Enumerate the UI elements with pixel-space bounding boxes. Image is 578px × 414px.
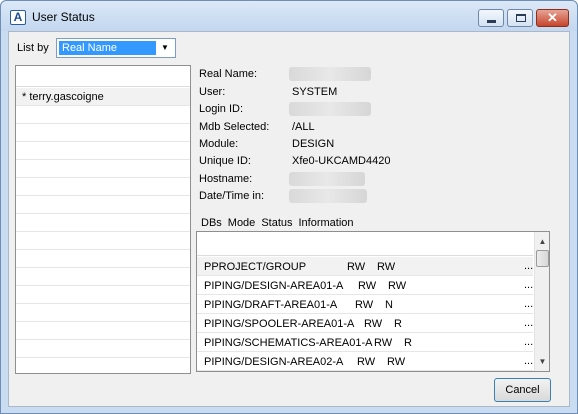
dbs-vertical-scrollbar[interactable]: ▲ ▼ bbox=[534, 232, 549, 371]
db-info-more[interactable]: ... bbox=[524, 317, 533, 329]
mode-column-header: Mode bbox=[227, 217, 256, 229]
db-status: R bbox=[394, 318, 402, 330]
scroll-up-arrow-icon[interactable]: ▲ bbox=[535, 234, 550, 249]
date-time-in-label: Date/Time in: bbox=[199, 190, 265, 202]
db-status: RW bbox=[377, 261, 396, 273]
db-info-more[interactable]: ... bbox=[524, 298, 533, 310]
user-list-empty-row bbox=[16, 214, 190, 232]
user-list-item-label: * terry.gascoigne bbox=[22, 91, 104, 103]
chevron-down-icon[interactable]: ▼ bbox=[157, 41, 173, 55]
user-list-empty-row bbox=[16, 106, 190, 124]
cancel-button[interactable]: Cancel bbox=[494, 378, 551, 402]
real-name-value-redacted bbox=[289, 67, 371, 81]
user-list-empty-row bbox=[16, 340, 190, 358]
hostname-value-redacted bbox=[289, 172, 365, 186]
user-list-header bbox=[16, 66, 190, 87]
db-status: RW bbox=[388, 280, 407, 292]
list-by-dropdown[interactable]: Real Name ▼ bbox=[56, 38, 176, 58]
maximize-button[interactable] bbox=[507, 9, 533, 27]
dbs-list-header bbox=[197, 232, 533, 256]
user-list-empty-row bbox=[16, 196, 190, 214]
db-info-more[interactable]: ... bbox=[524, 260, 533, 272]
scrollbar-thumb[interactable] bbox=[536, 250, 549, 267]
user-list-empty-row bbox=[16, 160, 190, 178]
db-info-more[interactable]: ... bbox=[524, 279, 533, 291]
user-list-empty-row bbox=[16, 304, 190, 322]
db-row[interactable]: PIPING/DESIGN-AREA02-A RW RW ... bbox=[197, 352, 533, 371]
user-list-empty-row bbox=[16, 286, 190, 304]
db-mode: RW bbox=[364, 318, 383, 330]
title-bar[interactable]: A User Status ✕ bbox=[1, 1, 577, 31]
db-name: PIPING/DESIGN-AREA02-A bbox=[204, 356, 344, 368]
db-row[interactable]: PIPING/DRAFT-AREA01-A RW N ... bbox=[197, 295, 533, 314]
list-by-label: List by bbox=[17, 42, 49, 54]
db-name: PIPING/SCHEMATICS-AREA01-A bbox=[204, 337, 373, 349]
user-value: SYSTEM bbox=[292, 86, 338, 98]
unique-id-label: Unique ID: bbox=[199, 155, 251, 167]
dbs-list[interactable]: PPROJECT/GROUP RW RW ... PIPING/DESIGN-A… bbox=[196, 231, 550, 372]
app-logo-letter: A bbox=[13, 10, 23, 24]
db-mode: RW bbox=[357, 356, 376, 368]
user-list-empty-row bbox=[16, 232, 190, 250]
db-mode: RW bbox=[347, 261, 366, 273]
user-list-empty-row bbox=[16, 322, 190, 340]
db-row[interactable]: PIPING/DESIGN-AREA01-A RW RW ... bbox=[197, 276, 533, 295]
db-mode: RW bbox=[374, 337, 393, 349]
real-name-label: Real Name: bbox=[199, 68, 258, 80]
close-button[interactable]: ✕ bbox=[536, 9, 569, 27]
db-mode: RW bbox=[358, 280, 377, 292]
status-column-header: Status bbox=[261, 217, 293, 229]
window-title: User Status bbox=[32, 10, 95, 24]
hostname-label: Hostname: bbox=[199, 173, 253, 185]
db-row[interactable]: PPROJECT/GROUP RW RW ... bbox=[197, 257, 533, 276]
maximize-icon bbox=[516, 14, 526, 22]
user-list-item[interactable]: * terry.gascoigne bbox=[16, 88, 190, 106]
date-time-in-value-redacted bbox=[289, 189, 367, 203]
db-status: RW bbox=[387, 356, 406, 368]
app-logo-icon: A bbox=[10, 10, 26, 25]
db-name: PIPING/SPOOLER-AREA01-A bbox=[204, 318, 355, 330]
user-list[interactable]: * terry.gascoigne bbox=[15, 65, 191, 374]
db-name: PPROJECT/GROUP bbox=[204, 261, 307, 273]
db-row[interactable]: PIPING/SPOOLER-AREA01-A RW R ... bbox=[197, 314, 533, 333]
db-mode: RW bbox=[355, 299, 374, 311]
mdb-selected-value: /ALL bbox=[292, 121, 315, 133]
mdb-selected-label: Mdb Selected: bbox=[199, 121, 270, 133]
db-status: N bbox=[385, 299, 393, 311]
dialog-client-area: List by Real Name ▼ * terry.gascoigne Re… bbox=[8, 31, 570, 407]
db-name: PIPING/DRAFT-AREA01-A bbox=[204, 299, 338, 311]
list-by-selected-value: Real Name bbox=[59, 41, 156, 55]
login-id-value-redacted bbox=[289, 102, 371, 116]
minimize-button[interactable] bbox=[478, 9, 504, 27]
db-name: PIPING/DESIGN-AREA01-A bbox=[204, 280, 344, 292]
user-list-empty-row bbox=[16, 124, 190, 142]
dbs-column-header: DBs bbox=[201, 217, 222, 229]
minimize-icon bbox=[487, 20, 496, 23]
db-info-more[interactable]: ... bbox=[524, 355, 533, 367]
user-status-window: A User Status ✕ List by Real Name ▼ * te… bbox=[0, 0, 578, 414]
login-id-label: Login ID: bbox=[199, 103, 244, 115]
close-icon: ✕ bbox=[547, 10, 558, 25]
db-info-more[interactable]: ... bbox=[524, 336, 533, 348]
user-list-empty-row bbox=[16, 250, 190, 268]
user-list-empty-row bbox=[16, 268, 190, 286]
scroll-down-arrow-icon[interactable]: ▼ bbox=[535, 354, 550, 369]
information-column-header: Information bbox=[298, 217, 354, 229]
db-status: R bbox=[404, 337, 412, 349]
user-label: User: bbox=[199, 86, 226, 98]
user-list-empty-row bbox=[16, 178, 190, 196]
module-label: Module: bbox=[199, 138, 239, 150]
module-value: DESIGN bbox=[292, 138, 335, 150]
db-row[interactable]: PIPING/SCHEMATICS-AREA01-A RW R ... bbox=[197, 333, 533, 352]
dbs-column-headers: DBs Mode Status Information bbox=[201, 217, 360, 229]
unique-id-value: Xfe0-UKCAMD4420 bbox=[292, 155, 391, 167]
user-list-empty-row bbox=[16, 142, 190, 160]
